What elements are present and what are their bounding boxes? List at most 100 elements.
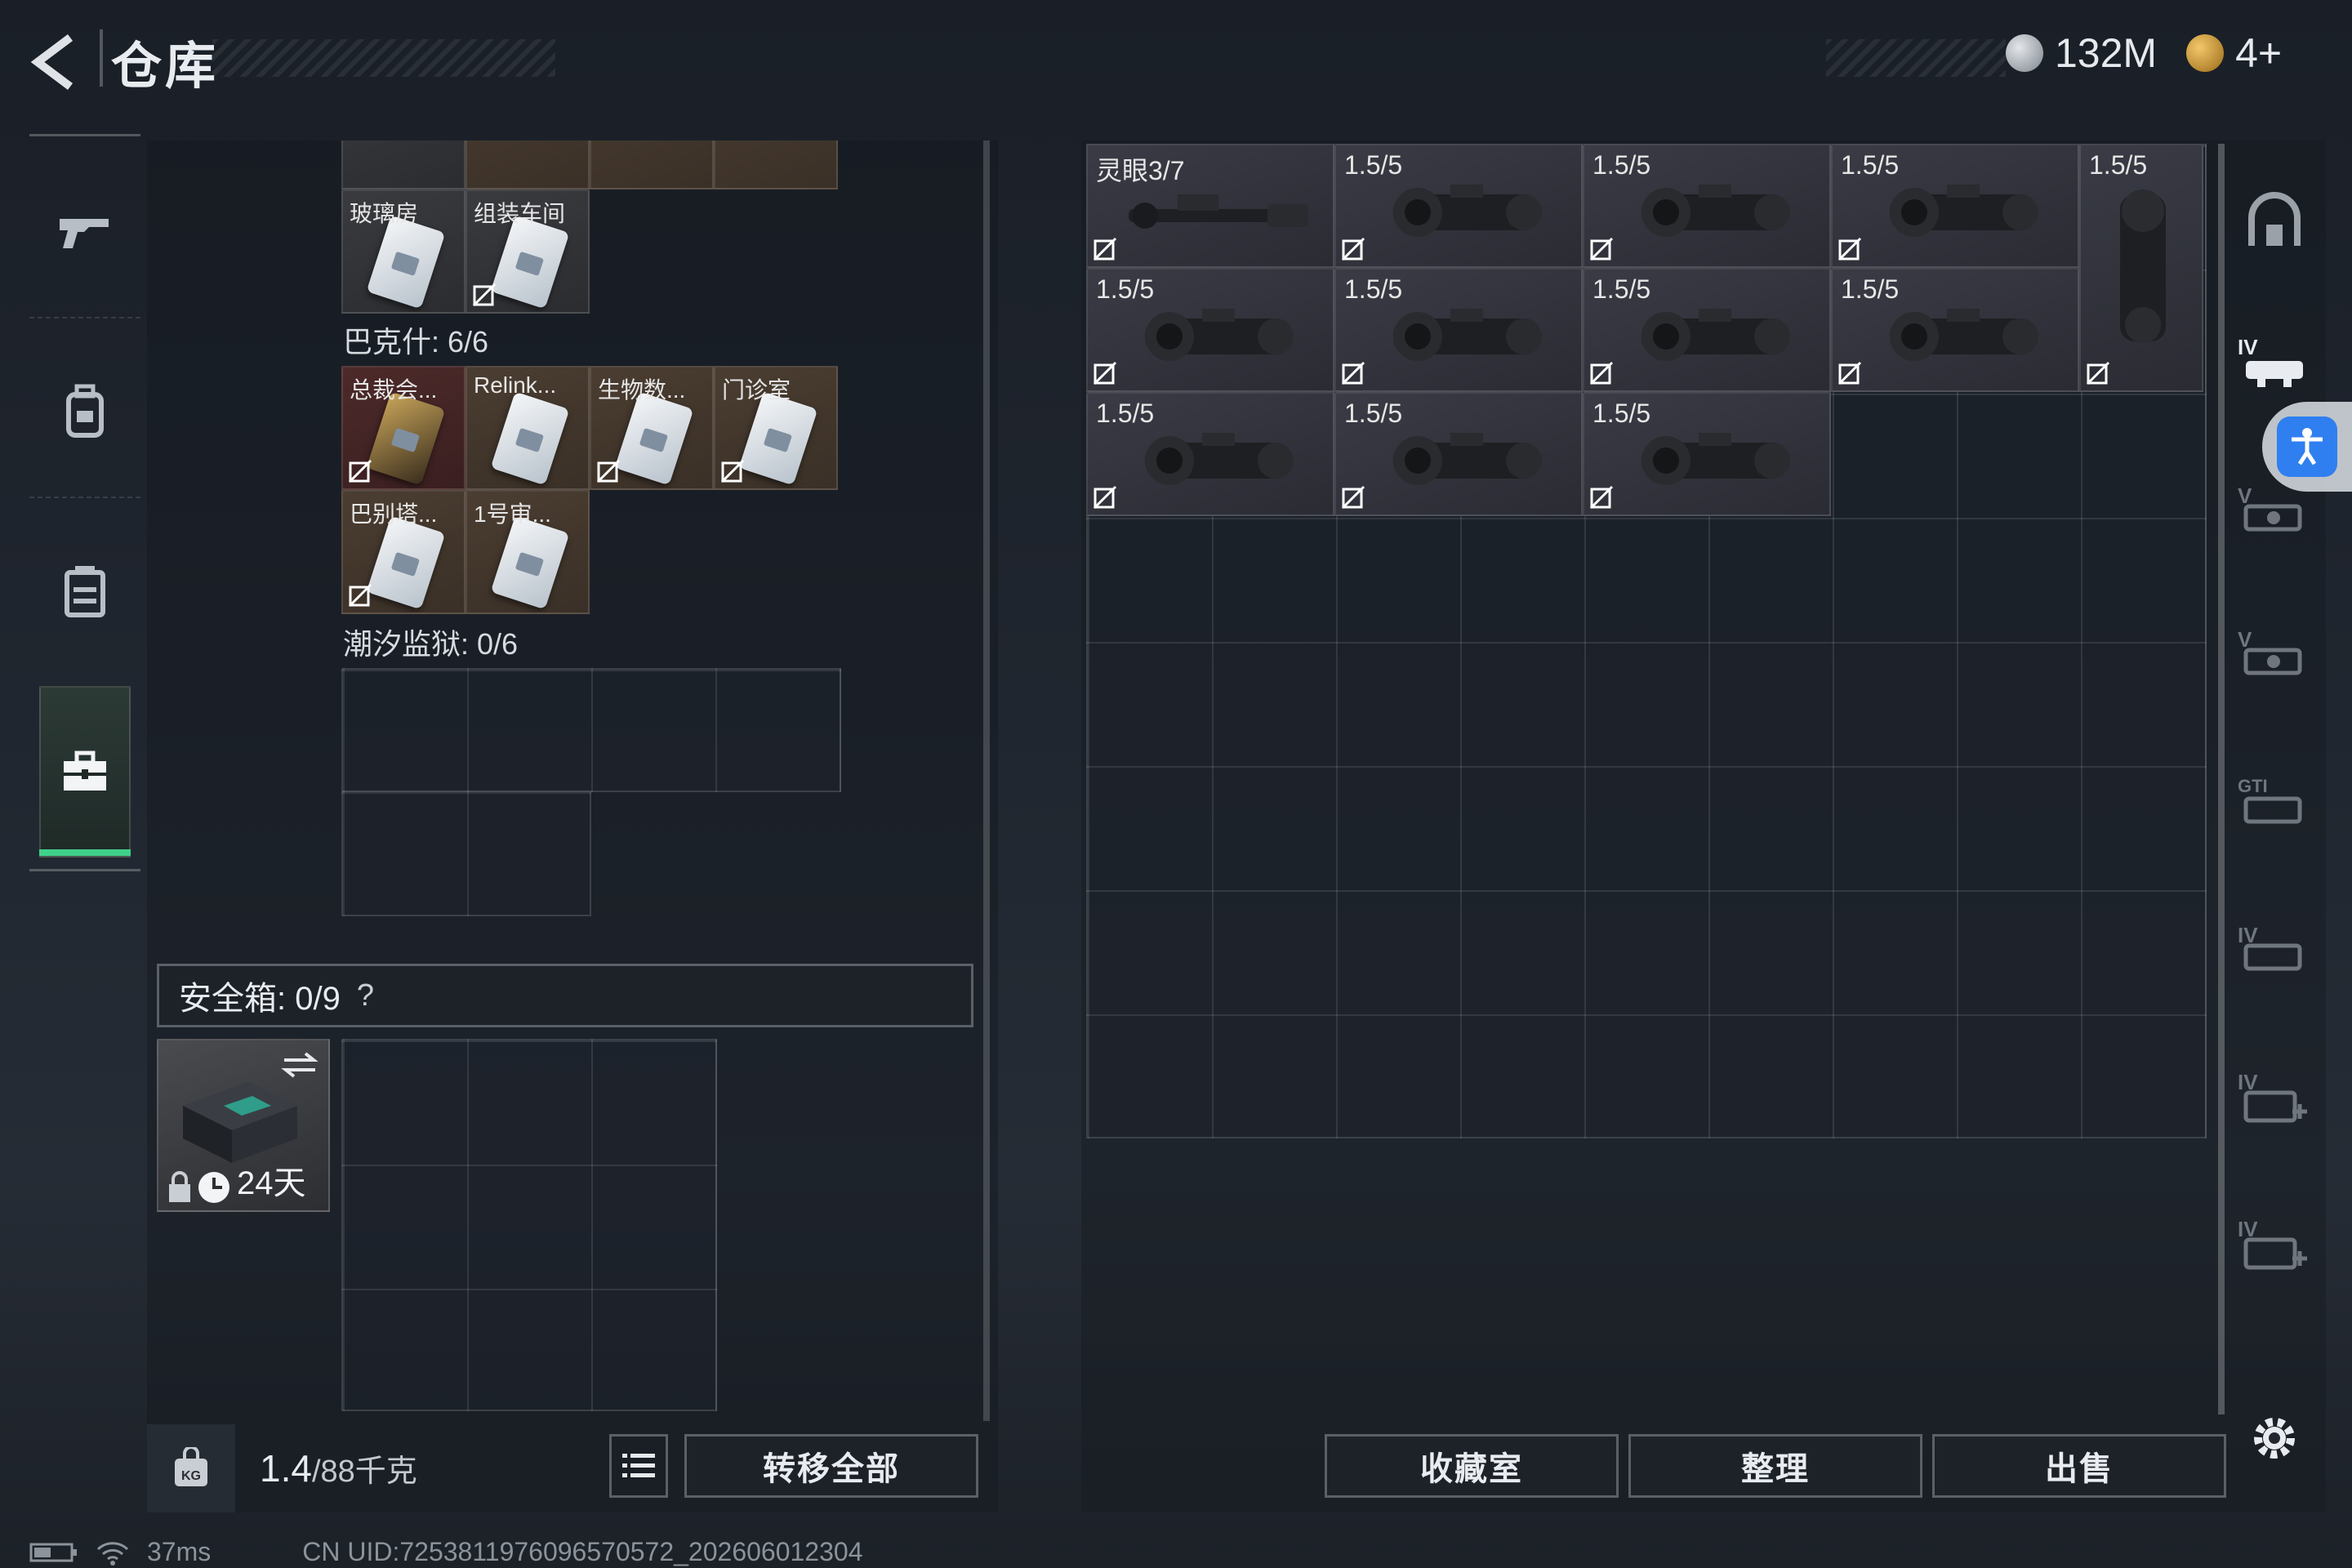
keycard-item[interactable]: 1号审...: [466, 490, 590, 614]
keycard-label: 1号审...: [474, 501, 551, 527]
rail-tab-safebox-active[interactable]: [39, 686, 131, 858]
stash-item-scope[interactable]: 1.5/5: [1583, 268, 1831, 392]
category-gti[interactable]: GTI: [2238, 766, 2311, 840]
back-button[interactable]: [24, 29, 90, 95]
scope-icon: [1642, 185, 1790, 237]
back-arrow-icon: [30, 34, 73, 90]
stash-item-scope[interactable]: 1.5/5: [1831, 144, 2079, 268]
category-medical-a[interactable]: IV: [2238, 1060, 2311, 1134]
stash-item-scope[interactable]: 1.5/5: [1583, 144, 1831, 268]
category-medical-b[interactable]: IV: [2238, 1207, 2311, 1281]
svg-text:GTI: GTI: [2238, 776, 2268, 796]
backpack-icon: [66, 384, 104, 438]
keycard-item[interactable]: 生物数...: [590, 366, 714, 490]
stash-item-scope[interactable]: 1.5/5: [1086, 268, 1334, 392]
category-tier-v-a[interactable]: V: [2238, 474, 2311, 547]
gear-icon: [2254, 1418, 2295, 1459]
safebox-timer: 24天: [237, 1165, 306, 1201]
category-tier-v-b[interactable]: V: [2238, 617, 2311, 691]
no-insure-icon: [1589, 361, 1614, 385]
stash-item-scope[interactable]: 1.5/5: [1583, 392, 1831, 516]
stash-item-label: 1.5/5: [1841, 150, 1900, 180]
keycard-item[interactable]: 总裁会...: [341, 366, 466, 490]
keycard-item[interactable]: 巴别塔...: [341, 490, 466, 614]
keycard-item[interactable]: 门诊室: [714, 366, 838, 490]
stash-item-label: 1.5/5: [1841, 274, 1900, 304]
keycard-item[interactable]: 组装车间: [466, 189, 590, 314]
keycard-icon: [366, 391, 446, 486]
rail-tab-vest[interactable]: [29, 510, 140, 673]
empty-slot-grid[interactable]: [341, 791, 591, 916]
title-hatch-decoration: [212, 39, 555, 77]
scope-icon: [1145, 433, 1294, 485]
keycard-icon: [366, 215, 446, 310]
keycard-icon: [738, 391, 818, 486]
weight-icon-box: KG: [147, 1424, 235, 1512]
stash-item-scope[interactable]: 1.5/5: [1334, 268, 1583, 392]
accessibility-icon: [2292, 428, 2323, 466]
keycard-label: 组装车间: [474, 201, 566, 226]
stash-item-sniper-scope[interactable]: 灵眼3/7: [1086, 144, 1334, 268]
safebox-item[interactable]: 24天: [157, 1039, 330, 1212]
rail-bottom-line: [29, 869, 140, 871]
no-insure-icon: [1093, 361, 1117, 385]
medkit-category-icon: IV: [2238, 1070, 2307, 1123]
section-tidal-prison: 潮汐监狱: 0/6: [343, 627, 519, 661]
rail-tab-backpack[interactable]: [29, 330, 140, 493]
settings-button[interactable]: [2238, 1401, 2311, 1475]
keycard-label: 玻璃房: [350, 201, 419, 226]
stash-home-icon: [2248, 192, 2301, 246]
transfer-all-button[interactable]: 转移全部: [684, 1434, 978, 1498]
scope-icon: [1890, 185, 2038, 237]
token-amount: 4+: [2235, 30, 2283, 76]
left-scrollbar[interactable]: [983, 140, 990, 1421]
stash-item-tall-scope[interactable]: 1.5/5: [2079, 144, 2203, 392]
weight-max: /88千克: [311, 1454, 417, 1489]
organize-button[interactable]: 整理: [1628, 1434, 1922, 1498]
stash-item-scope[interactable]: 1.5/5: [1334, 144, 1583, 268]
right-scrollbar[interactable]: [2218, 144, 2225, 1414]
keycard-label: 巴别塔...: [350, 501, 438, 527]
help-button[interactable]: ?: [357, 978, 374, 1013]
stash-item-scope[interactable]: 1.5/5: [1831, 268, 2079, 392]
ping: 37ms: [147, 1537, 212, 1566]
category-all[interactable]: [2238, 185, 2311, 258]
vest-icon: [65, 566, 105, 617]
currency-coin-icon: [2006, 34, 2043, 72]
sell-button[interactable]: 出售: [1932, 1434, 2226, 1498]
attachment-category-icon: V: [2238, 627, 2302, 675]
stash-item-scope[interactable]: 1.5/5: [1086, 392, 1334, 516]
lock-icon: [169, 1171, 190, 1202]
currency-amount: 132M: [2055, 30, 2158, 76]
list-view-button[interactable]: [609, 1434, 668, 1498]
active-tab-indicator: [39, 849, 131, 856]
stash-item-label: 1.5/5: [1344, 150, 1403, 180]
safebox-slot-grid[interactable]: [341, 1039, 717, 1411]
page-title: 仓库: [111, 38, 220, 95]
stash-item-label: 1.5/5: [1592, 274, 1651, 304]
category-optics-active[interactable]: IV: [2238, 325, 2311, 399]
no-insure-icon: [472, 283, 497, 307]
keycard-icon: [490, 391, 570, 486]
no-insure-icon: [1589, 237, 1614, 261]
no-insure-icon: [1341, 485, 1365, 510]
no-insure-icon: [1341, 361, 1365, 385]
collection-button[interactable]: 收藏室: [1325, 1434, 1619, 1498]
keycard-icon: [490, 215, 570, 310]
keycard-row-partial: [341, 140, 841, 189]
rail-tab-weapons[interactable]: [29, 150, 140, 314]
empty-slot-grid[interactable]: [341, 668, 841, 792]
wifi-icon: [96, 1541, 129, 1566]
category-tier-iv-a[interactable]: IV: [2238, 913, 2311, 987]
battery-icon: [29, 1543, 77, 1561]
no-insure-icon: [1341, 237, 1365, 261]
status-bar: 37ms CN UID:7253811976096570572_20260601…: [29, 1537, 862, 1567]
no-insure-icon: [348, 583, 372, 608]
scope-icon: [1393, 433, 1542, 485]
keycard-item[interactable]: Relink...: [466, 366, 590, 490]
stash-item-label: 1.5/5: [1592, 150, 1651, 180]
keycard-item[interactable]: 玻璃房: [341, 189, 466, 314]
medkit-category-icon: IV: [2238, 1217, 2307, 1270]
swap-icon[interactable]: [279, 1049, 320, 1081]
stash-item-scope[interactable]: 1.5/5: [1334, 392, 1583, 516]
